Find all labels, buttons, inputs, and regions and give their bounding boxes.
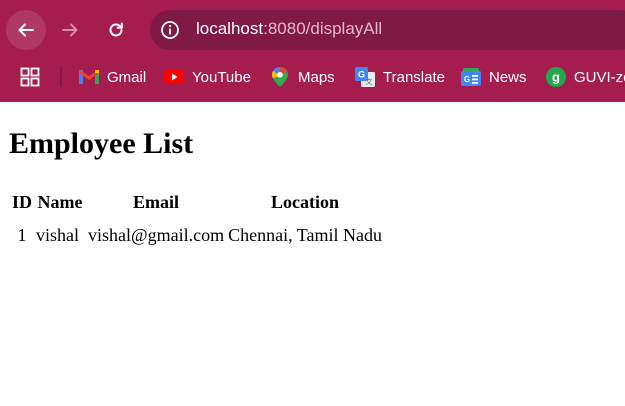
maps-icon: [270, 67, 290, 87]
arrow-right-icon: [62, 23, 78, 37]
bookmark-maps[interactable]: Maps: [270, 66, 335, 88]
bookmark-gmail[interactable]: Gmail: [79, 66, 146, 88]
bookmark-news[interactable]: G News: [461, 66, 527, 88]
back-button[interactable]: [6, 10, 46, 50]
svg-text:文: 文: [366, 77, 373, 86]
cell-email: vishal@gmail.com: [88, 224, 225, 245]
gmail-icon: [79, 67, 99, 87]
bookmark-label: Translate: [383, 68, 445, 86]
cell-id: 1: [17, 224, 27, 245]
reload-icon: [109, 22, 123, 37]
bookmarks-divider: [60, 67, 62, 87]
bookmark-label: Maps: [298, 68, 335, 86]
svg-text:G: G: [358, 70, 365, 80]
apps-button[interactable]: [20, 67, 40, 87]
bookmark-label: Gmail: [107, 68, 147, 86]
url-text[interactable]: localhost:8080/displayAll: [196, 19, 382, 39]
url-path: :8080/displayAll: [263, 19, 383, 38]
svg-text:G: G: [464, 75, 470, 84]
info-icon: [161, 21, 179, 39]
cell-location: Chennai, Tamil Nadu: [228, 224, 382, 245]
browser-chrome: localhost:8080/displayAll Gmail YouTube …: [0, 0, 625, 102]
news-icon: G: [461, 67, 481, 87]
page-content: Employee List ID Name Email Location 1 v…: [0, 102, 625, 406]
column-header-id: ID: [12, 191, 33, 212]
table-header-row: ID Name Email Location: [11, 188, 383, 216]
address-bar[interactable]: localhost:8080/displayAll: [150, 10, 625, 50]
table-row: 1 vishal vishal@gmail.com Chennai, Tamil…: [11, 218, 383, 252]
forward-button[interactable]: [50, 10, 90, 50]
bookmark-label: YouTube: [192, 68, 251, 86]
browser-toolbar: localhost:8080/displayAll: [0, 0, 625, 58]
bookmark-guvi[interactable]: g GUVI-ze: [546, 66, 625, 88]
svg-text:g: g: [552, 70, 560, 85]
youtube-icon: [164, 67, 184, 87]
guvi-icon: g: [546, 67, 566, 87]
cell-name: vishal: [36, 224, 80, 245]
employee-table: ID Name Email Location 1 vishal vishal@g…: [9, 186, 385, 254]
url-host: localhost: [196, 19, 264, 38]
bookmark-label: News: [489, 68, 527, 86]
column-header-name: Name: [37, 191, 83, 212]
column-header-email: Email: [133, 191, 180, 212]
translate-icon: G 文: [355, 67, 375, 87]
bookmark-youtube[interactable]: YouTube: [164, 66, 251, 88]
column-header-location: Location: [271, 191, 340, 212]
site-info-button[interactable]: [158, 18, 182, 42]
bookmarks-bar: Gmail YouTube Maps G 文 Translate G News …: [0, 58, 625, 96]
reload-button[interactable]: [96, 10, 136, 50]
arrow-left-icon: [18, 23, 34, 37]
apps-grid-icon: [20, 67, 40, 87]
bookmark-translate[interactable]: G 文 Translate: [355, 66, 445, 88]
bookmark-label: GUVI-ze: [574, 68, 625, 86]
page-title: Employee List: [9, 127, 194, 160]
